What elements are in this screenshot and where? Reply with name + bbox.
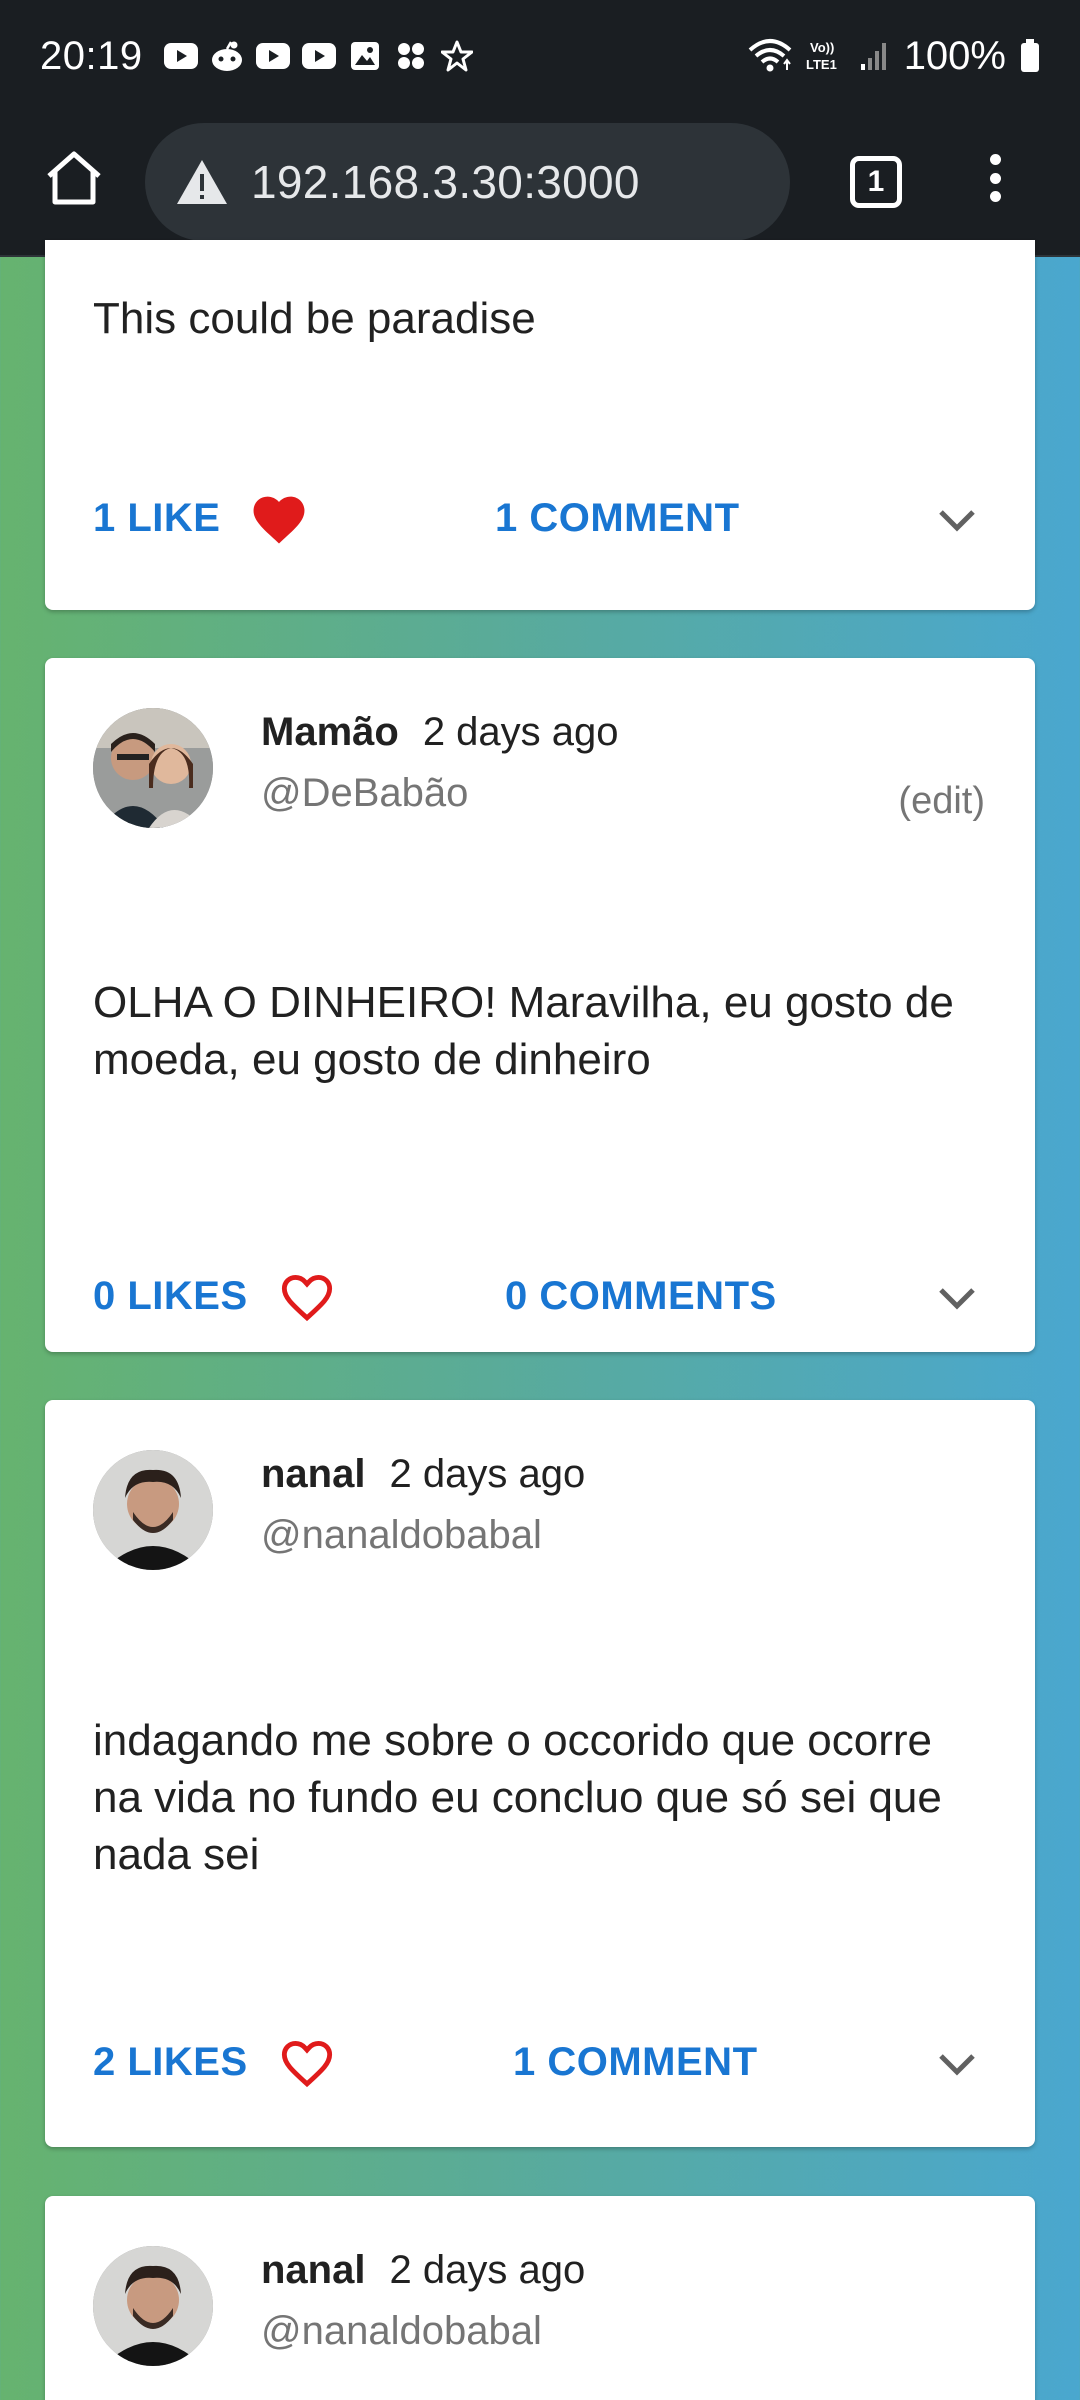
url-text[interactable]: 192.168.3.30:3000 (251, 155, 640, 209)
post-card: nanal 2 days ago @nanaldobabal indagando… (45, 1400, 1035, 2147)
like-count-button[interactable]: 1 LIKE (93, 496, 220, 541)
post-timestamp: 2 days ago (422, 710, 619, 754)
browser-menu-button[interactable] (980, 148, 1010, 208)
comment-count-button[interactable]: 1 COMMENT (513, 2040, 758, 2085)
avatar[interactable] (93, 708, 213, 828)
post-actions: 2 LIKES 1 COMMENT (93, 2032, 987, 2092)
chevron-down-icon (939, 1288, 975, 1310)
svg-text:Vo)): Vo)) (810, 40, 834, 55)
author-handle[interactable]: @nanaldobabal (261, 1513, 585, 1558)
menu-dot-icon (989, 191, 1001, 202)
chevron-down-icon (939, 510, 975, 532)
apps-icon (393, 38, 429, 74)
author-name[interactable]: Mamão (261, 710, 399, 755)
post-timestamp: 2 days ago (389, 1452, 586, 1496)
author-handle[interactable]: @DeBabão (261, 771, 619, 816)
expand-button[interactable] (933, 2040, 981, 2088)
expand-button[interactable] (933, 496, 981, 544)
battery-level: 100% (903, 33, 1006, 78)
post-author: Mamão 2 days ago @DeBabão (93, 708, 619, 828)
post-text: OLHA O DINHEIRO! Maravilha, eu gosto de … (93, 978, 954, 1084)
like-count-button[interactable]: 0 LIKES (93, 1274, 248, 1319)
youtube-icon (301, 38, 337, 74)
warning-icon[interactable] (175, 158, 229, 206)
menu-dot-icon (989, 172, 1001, 184)
expand-button[interactable] (933, 1274, 981, 1322)
post-text: indagando me sobre o occorido que ocorre… (93, 1716, 942, 1879)
heart-filled-icon[interactable] (248, 487, 310, 549)
youtube-icon (255, 38, 291, 74)
notification-icons (163, 38, 475, 74)
avatar[interactable] (93, 2246, 213, 2366)
post-card: Mamão 2 days ago @DeBabão (edit) OLHA O … (45, 658, 1035, 1352)
volte-icon: Vo)) LTE1 (806, 38, 846, 74)
star-icon (439, 38, 475, 74)
heart-outline-icon[interactable] (276, 1265, 338, 1327)
battery-icon (1020, 39, 1040, 73)
heart-outline-icon[interactable] (276, 2031, 338, 2093)
tab-switcher-button[interactable]: 1 (850, 156, 902, 208)
gallery-icon (347, 38, 383, 74)
post-actions: 1 LIKE 1 COMMENT (93, 488, 987, 548)
svg-text:LTE1: LTE1 (806, 57, 837, 72)
edit-link[interactable]: (edit) (898, 780, 985, 823)
author-name[interactable]: nanal (261, 1452, 365, 1497)
post-author: nanal 2 days ago @nanaldobabal (93, 1450, 585, 1570)
chevron-down-icon (939, 2054, 975, 2076)
status-time: 20:19 (40, 33, 143, 78)
wifi-icon (748, 38, 792, 74)
browser-toolbar: 192.168.3.30:3000 1 (0, 112, 1080, 257)
post-text: This could be paradise (93, 294, 536, 343)
post-actions: 0 LIKES 0 COMMENTS (93, 1266, 987, 1326)
author-name[interactable]: nanal (261, 2248, 365, 2293)
like-count-button[interactable]: 2 LIKES (93, 2040, 248, 2085)
home-button[interactable] (44, 148, 104, 208)
comment-count-button[interactable]: 1 COMMENT (495, 496, 740, 541)
comment-count-button[interactable]: 0 COMMENTS (505, 1274, 777, 1319)
author-handle[interactable]: @nanaldobabal (261, 2309, 585, 2354)
post-card: This could be paradise 1 LIKE 1 COMMENT (45, 240, 1035, 610)
post-card: nanal 2 days ago @nanaldobabal (45, 2196, 1035, 2400)
post-timestamp: 2 days ago (389, 2248, 586, 2292)
avatar[interactable] (93, 1450, 213, 1570)
menu-dot-icon (989, 154, 1001, 165)
youtube-icon (163, 38, 199, 74)
post-author: nanal 2 days ago @nanaldobabal (93, 2246, 585, 2366)
address-bar[interactable]: 192.168.3.30:3000 (145, 123, 790, 241)
home-icon (47, 151, 101, 205)
status-bar: 20:19 Vo)) LTE1 100% (0, 0, 1080, 112)
reddit-icon (209, 38, 245, 74)
signal-icon (860, 40, 890, 72)
